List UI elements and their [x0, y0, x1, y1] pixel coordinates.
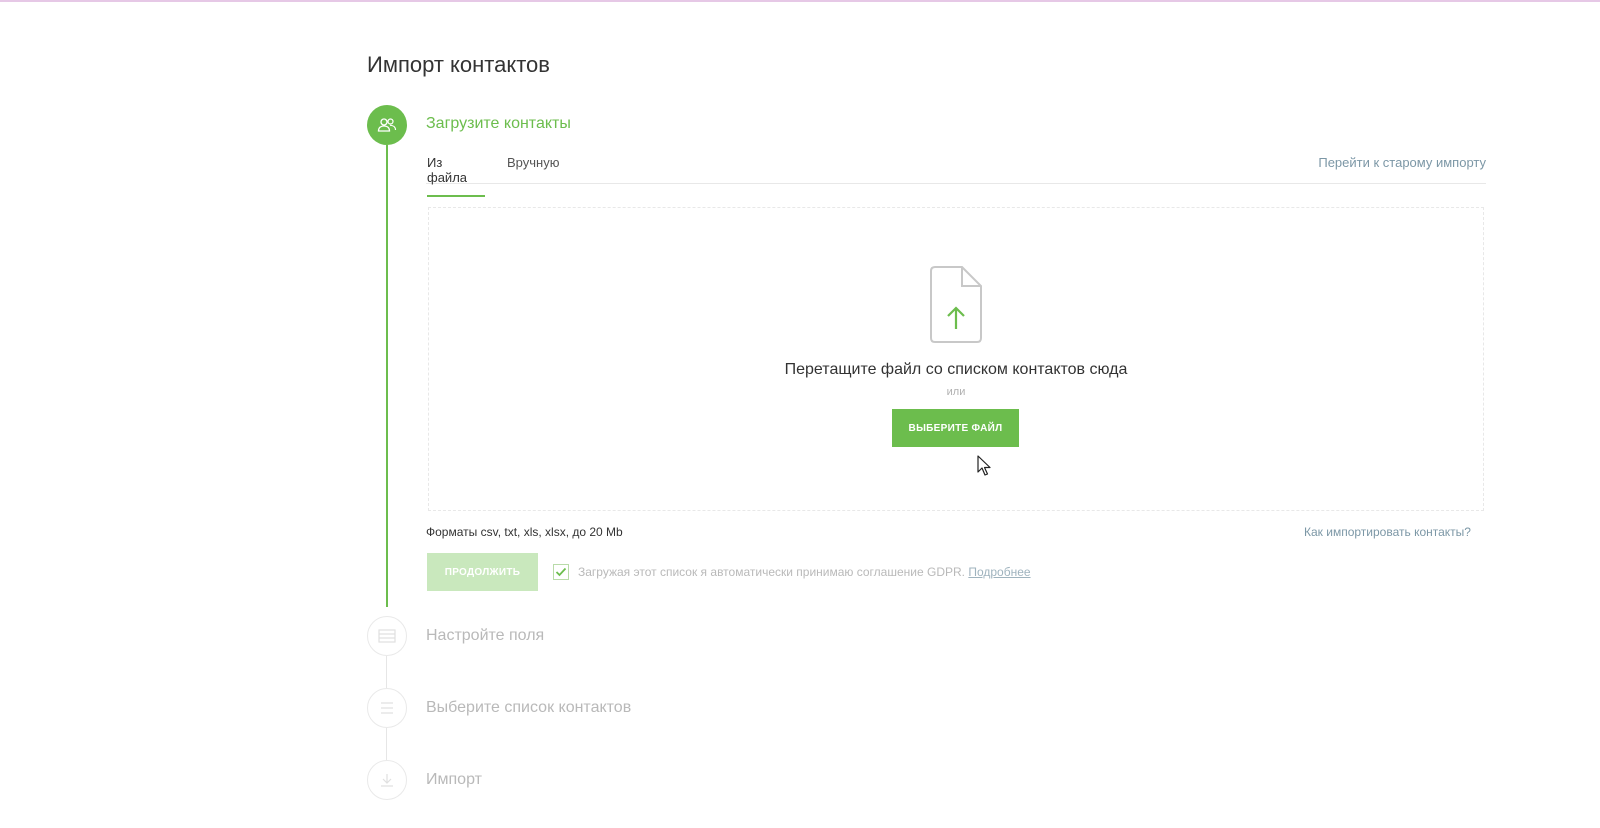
- step-1-circle: [367, 105, 407, 145]
- tab-from-file[interactable]: Из файла: [427, 155, 485, 197]
- file-upload-icon: [930, 266, 982, 343]
- step-3-circle: [367, 688, 407, 728]
- dropzone-or: или: [946, 386, 966, 398]
- step-connector-3: [386, 728, 387, 760]
- step-1-label: Загрузите контакты: [426, 115, 571, 132]
- gdpr-more-link[interactable]: Подробнее: [968, 565, 1030, 579]
- gdpr-checkbox[interactable]: [553, 564, 569, 580]
- tab-manual[interactable]: Вручную: [507, 155, 559, 180]
- gdpr-text: Загружая этот список я автоматически при…: [578, 565, 965, 579]
- dropzone-title: Перетащите файл со списком контактов сюд…: [784, 361, 1128, 378]
- fields-icon: [378, 629, 396, 643]
- gdpr-consent: Загружая этот список я автоматически при…: [578, 565, 1031, 579]
- step-connector-2: [386, 656, 387, 688]
- page-title: Импорт контактов: [367, 52, 550, 77]
- mouse-cursor-icon: [977, 455, 991, 476]
- how-to-import-link[interactable]: Как импортировать контакты?: [1304, 525, 1471, 539]
- step-progress-line: [386, 145, 388, 607]
- checkmark-icon: [555, 567, 567, 577]
- step-4-circle: [367, 760, 407, 800]
- users-icon: [377, 118, 397, 132]
- step-3-label: Выберите список контактов: [426, 699, 632, 716]
- old-import-link[interactable]: Перейти к старому импорту: [1318, 155, 1486, 170]
- continue-button[interactable]: ПРОДОЛЖИТЬ: [427, 553, 538, 591]
- step-2-label: Настройте поля: [426, 627, 545, 644]
- download-icon: [381, 774, 393, 787]
- choose-file-button[interactable]: ВЫБЕРИТЕ ФАЙЛ: [892, 409, 1019, 447]
- formats-hint: Форматы csv, txt, xls, xlsx, до 20 Mb: [426, 525, 623, 539]
- list-icon: [381, 702, 393, 714]
- step-2-circle: [367, 616, 407, 656]
- file-dropzone[interactable]: [428, 207, 1484, 511]
- step-4-label: Импорт: [426, 771, 482, 788]
- top-border: [0, 0, 1600, 2]
- source-tabs: Из файла Вручную Перейти к старому импор…: [426, 155, 1486, 197]
